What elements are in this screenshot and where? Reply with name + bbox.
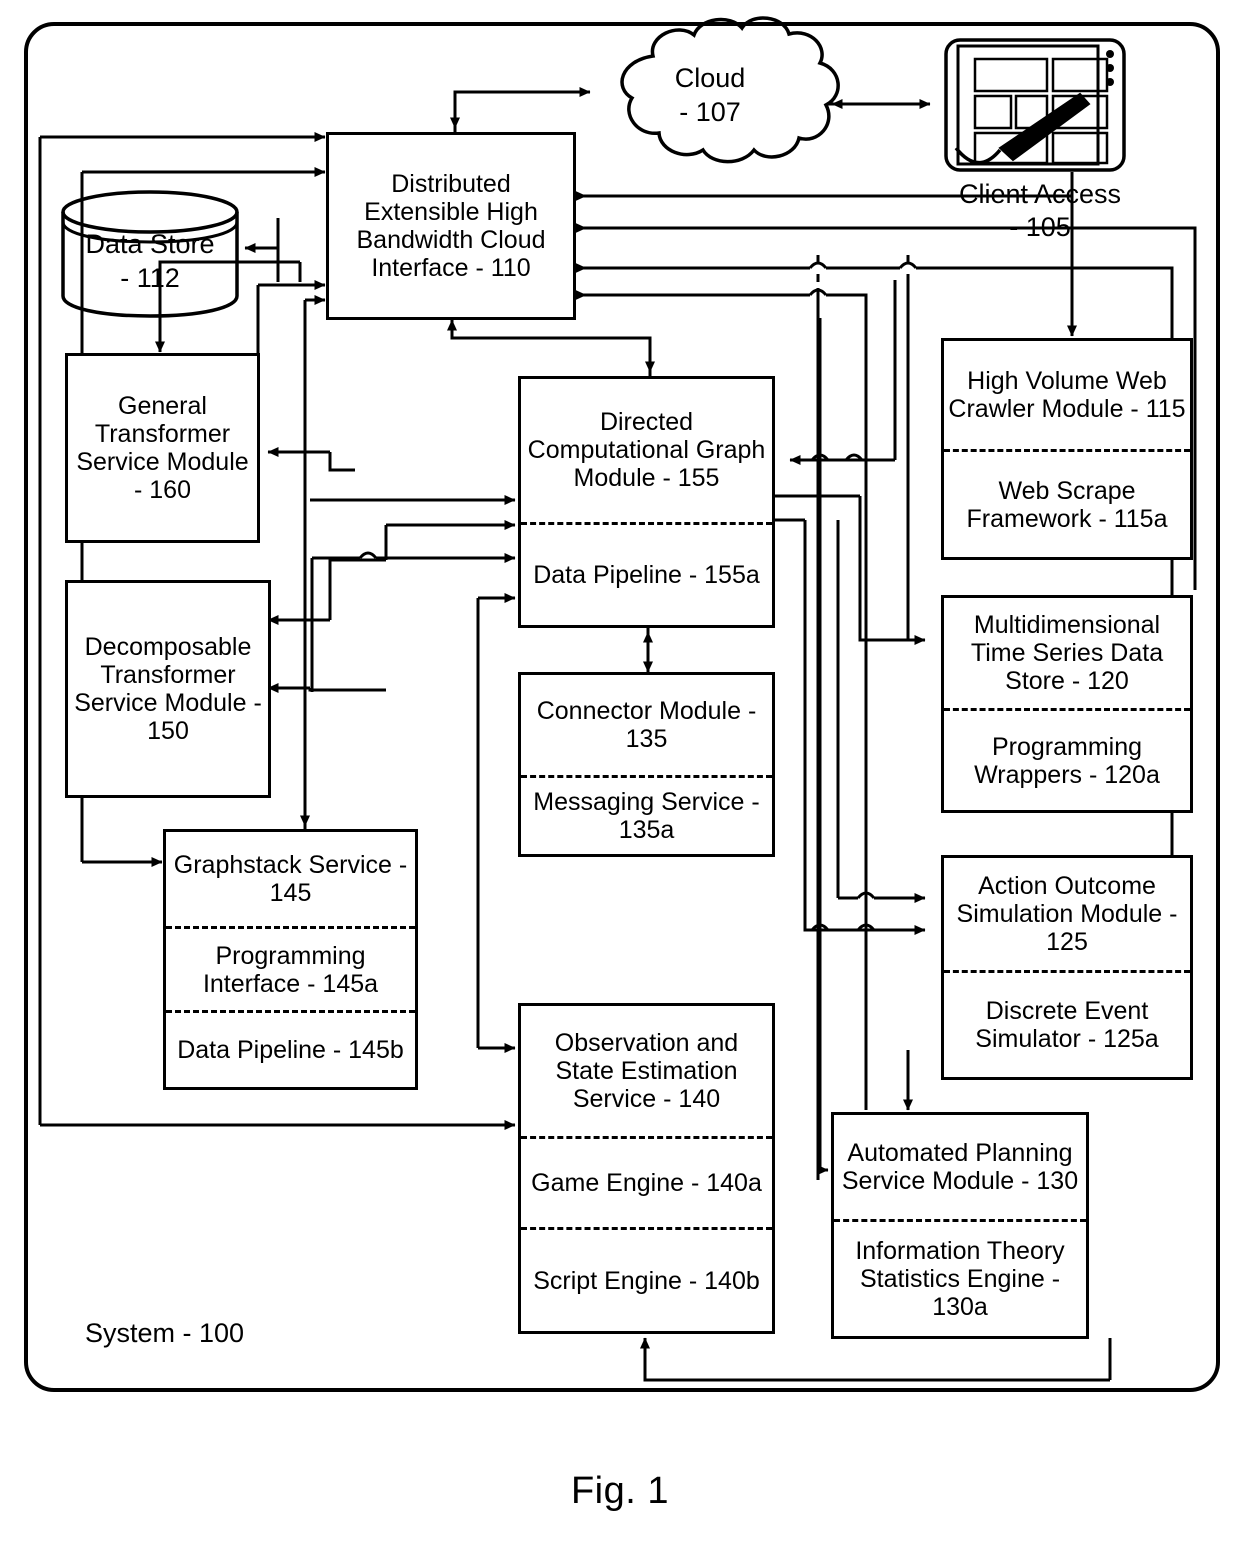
line-hop-2	[808, 261, 828, 269]
line-hop-3	[898, 261, 918, 269]
time-series-seg-0: Multidimensional Time Series Data Store …	[970, 611, 1164, 696]
rail-back-4b	[826, 293, 868, 1110]
general-transformer-text: General Transformer Service Module - 160	[76, 392, 249, 504]
connector-seg-1: Messaging Service - 135a	[521, 775, 772, 854]
cloud-interface-box[interactable]: Distributed Extensible High Bandwidth Cl…	[326, 132, 576, 320]
observation-state-estimation-box[interactable]: Observation and State Estimation Service…	[518, 1003, 775, 1334]
system-label: System - 100	[85, 1318, 245, 1348]
cloud-label-line2: - 107	[679, 96, 741, 127]
cloud-interface-text: Distributed Extensible High Bandwidth Cl…	[356, 170, 546, 282]
directed-computational-graph-box[interactable]: Directed Computational Graph Module - 15…	[518, 376, 775, 628]
graphstack-seg-2: Data Pipeline - 145b	[166, 1010, 415, 1087]
arrow-bottom-return-to-140	[640, 1337, 1110, 1382]
automated-planning-box[interactable]: Automated Planning Service Module - 130 …	[831, 1112, 1089, 1339]
arrow-110-to-112	[244, 218, 280, 253]
rail-150-b	[308, 688, 386, 692]
rail-150-a	[328, 558, 386, 620]
automated-planning-seg-0: Automated Planning Service Module - 130	[841, 1138, 1079, 1195]
arrow-110-to-cloud	[453, 87, 591, 135]
decomposable-transformer-box[interactable]: Decomposable Transformer Service Module …	[65, 580, 271, 798]
cloud-label: Cloud - 107	[600, 62, 820, 130]
figure-caption: Fig. 1	[570, 1470, 670, 1512]
graphstack-box[interactable]: Graphstack Service - 145 Programming Int…	[163, 829, 418, 1090]
graphstack-seg-1: Programming Interface - 145a	[166, 926, 415, 1010]
time-series-store-box[interactable]: Multidimensional Time Series Data Store …	[941, 595, 1193, 813]
action-outcome-seg-0: Action Outcome Simulation Module - 125	[956, 871, 1178, 956]
decomposable-transformer-text: Decomposable Transformer Service Module …	[74, 633, 262, 745]
data-store-label: Data Store - 112	[55, 228, 245, 296]
arrow-155-to-120	[858, 496, 926, 645]
observation-seg-2: Script Engine - 140b	[521, 1227, 772, 1331]
automated-planning-seg-1: Information Theory Statistics Engine - 1…	[834, 1218, 1086, 1336]
action-outcome-box[interactable]: Action Outcome Simulation Module - 125 D…	[941, 855, 1193, 1080]
graphstack-seg-0: Graphstack Service - 145	[173, 851, 408, 908]
web-crawler-box[interactable]: High Volume Web Crawler Module - 115 Web…	[941, 338, 1193, 560]
cloud-label-line1: Cloud	[674, 63, 746, 93]
web-crawler-seg-0: High Volume Web Crawler Module - 115	[948, 367, 1186, 423]
arrow-155-to-110	[447, 319, 652, 376]
line-hop-1	[358, 551, 378, 559]
client-access-label: Client Access - 105	[905, 178, 1175, 244]
client-access-line1: Client Access	[958, 179, 1122, 209]
observation-seg-1: Game Engine - 140a	[521, 1136, 772, 1227]
rail-160-feed	[328, 452, 355, 472]
data-store-line2: - 112	[120, 262, 180, 293]
general-transformer-box[interactable]: General Transformer Service Module - 160	[65, 353, 260, 543]
data-store-line1: Data Store	[85, 229, 215, 259]
client-access-device	[944, 38, 1126, 172]
time-series-seg-1: Programming Wrappers - 120a	[944, 708, 1190, 810]
arrow-110-to-155	[450, 320, 655, 373]
dcg-seg-1: Data Pipeline - 155a	[521, 521, 772, 625]
client-access-line2: - 105	[1009, 211, 1071, 242]
dcg-seg-0: Directed Computational Graph Module - 15…	[527, 408, 766, 493]
connector-seg-0: Connector Module - 135	[536, 697, 757, 754]
figure-1-system-diagram: Cloud - 107 Client Access - 105 Data Sto…	[0, 0, 1240, 1541]
observation-seg-0: Observation and State Estimation Service…	[554, 1029, 739, 1113]
web-crawler-seg-1: Web Scrape Framework - 115a	[944, 449, 1190, 557]
action-outcome-seg-1: Discrete Event Simulator - 125a	[944, 969, 1190, 1077]
connector-module-box[interactable]: Connector Module - 135 Messaging Service…	[518, 672, 775, 857]
